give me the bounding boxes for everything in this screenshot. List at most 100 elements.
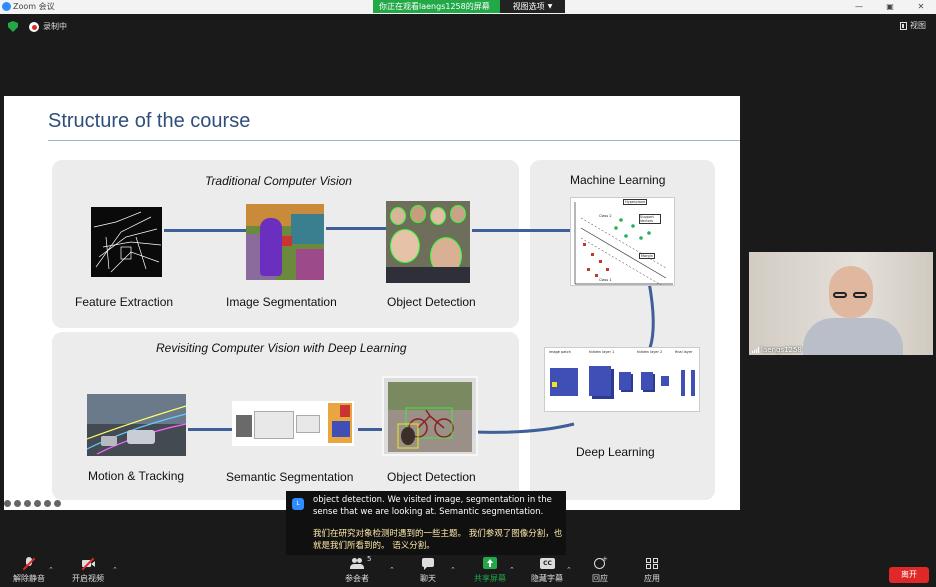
chat-bubble-icon bbox=[421, 557, 435, 570]
participant-name: laengs1258 bbox=[761, 346, 802, 354]
participants-button[interactable]: 5 参会者 bbox=[345, 555, 371, 584]
view-label: 视图 bbox=[910, 21, 926, 30]
video-off-icon bbox=[81, 557, 95, 571]
object-detection-faces-image bbox=[386, 201, 470, 283]
chat-label: 聊天 bbox=[420, 574, 436, 583]
restore-button[interactable]: ▣ bbox=[875, 0, 905, 14]
more-icon[interactable] bbox=[44, 500, 51, 507]
participants-options-caret[interactable]: ⌃ bbox=[389, 566, 395, 574]
meeting-status-bar: 录制中 视图 bbox=[0, 14, 936, 38]
participants-label: 参会者 bbox=[345, 574, 369, 583]
person-shirt bbox=[803, 318, 903, 355]
object-detection-scene-image bbox=[382, 376, 478, 456]
share-screen-icon bbox=[483, 557, 497, 570]
view-options-label: 视图选项 bbox=[512, 2, 545, 11]
minimize-button[interactable]: — bbox=[844, 0, 874, 14]
pen-icon[interactable] bbox=[14, 500, 21, 507]
image-segmentation-label: Image Segmentation bbox=[226, 295, 337, 309]
participant-count: 5 bbox=[367, 555, 372, 563]
cnn-input-label: image patch bbox=[549, 350, 571, 354]
view-button[interactable]: 视图 bbox=[900, 20, 926, 31]
view-layout-icon bbox=[900, 21, 907, 30]
semantic-segmentation-image bbox=[232, 401, 354, 446]
motion-tracking-label: Motion & Tracking bbox=[88, 469, 185, 483]
caption-chinese: 我们在研究对象检测时遇到的一些主题。 我们参观了图像分割，也就是我们所看到的。 … bbox=[313, 529, 563, 551]
security-shield-icon[interactable] bbox=[8, 21, 18, 32]
traditional-cv-heading: Traditional Computer Vision bbox=[205, 174, 352, 188]
edge-map-graphic bbox=[93, 211, 162, 273]
screen-share-banner: 你正在观看laengs1258的屏幕 视图选项 ▼ bbox=[373, 0, 565, 13]
recording-label: 录制中 bbox=[43, 22, 67, 31]
connector-line bbox=[358, 428, 382, 431]
unmute-label: 解除静音 bbox=[13, 574, 45, 583]
zoom-icon[interactable] bbox=[34, 500, 41, 507]
smiley-plus-icon: + bbox=[593, 555, 608, 570]
leave-meeting-button[interactable]: 离开 bbox=[889, 567, 929, 583]
object-detection-dl-label: Object Detection bbox=[387, 470, 476, 484]
title-divider bbox=[48, 140, 740, 141]
feature-extraction-label: Feature Extraction bbox=[75, 295, 174, 309]
start-video-button[interactable]: 开启视频 bbox=[72, 557, 104, 584]
dl-heading: Deep Learning bbox=[576, 445, 655, 459]
ml-heading: Machine Learning bbox=[570, 173, 666, 187]
margin-label: Margin bbox=[639, 253, 655, 259]
hide-captions-button[interactable]: CC 隐藏字幕 bbox=[531, 557, 563, 584]
reactions-label: 回应 bbox=[592, 574, 608, 583]
class1-label: Class 1 bbox=[599, 278, 612, 282]
view-options-button[interactable]: 视图选项 ▼ bbox=[500, 0, 565, 13]
slide-toolbar bbox=[4, 500, 61, 507]
video-options-caret[interactable]: ⌃ bbox=[112, 566, 118, 574]
motion-tracking-image bbox=[87, 394, 186, 456]
image-segmentation-image bbox=[246, 204, 324, 280]
semantic-segmentation-label: Semantic Segmentation bbox=[226, 470, 354, 484]
recording-icon bbox=[29, 22, 39, 32]
slides-icon[interactable] bbox=[24, 500, 31, 507]
connector-line bbox=[188, 428, 232, 431]
chevron-down-icon: ▼ bbox=[547, 3, 553, 10]
microphone-muted-icon bbox=[22, 557, 36, 571]
next-slide-icon[interactable] bbox=[54, 500, 61, 507]
class2-label: Class 2 bbox=[599, 214, 612, 218]
connector-line bbox=[164, 229, 248, 232]
bicycle-dog-graphic bbox=[397, 407, 454, 449]
start-video-label: 开启视频 bbox=[72, 574, 104, 583]
prev-slide-icon[interactable] bbox=[4, 500, 11, 507]
shared-slide: Structure of the course Traditional Comp… bbox=[4, 96, 740, 510]
close-window-button[interactable]: ✕ bbox=[906, 0, 936, 14]
speaker-avatar: L bbox=[292, 498, 304, 510]
hide-captions-label: 隐藏字幕 bbox=[531, 574, 563, 583]
chat-options-caret[interactable]: ⌃ bbox=[450, 566, 456, 574]
slide-title: Structure of the course bbox=[48, 110, 251, 132]
captions-options-caret[interactable]: ⌃ bbox=[566, 566, 572, 574]
svm-diagram: Hyperplane Class 2 Support Vectors Margi… bbox=[570, 197, 675, 286]
caption-english: object detection. We visited image, segm… bbox=[313, 495, 552, 517]
apps-button[interactable]: 应用 bbox=[644, 557, 660, 584]
share-status-text: 你正在观看laengs1258的屏幕 bbox=[373, 0, 500, 13]
share-options-caret[interactable]: ⌃ bbox=[509, 566, 515, 574]
chat-button[interactable]: 聊天 bbox=[420, 557, 436, 584]
feature-extraction-image bbox=[91, 207, 162, 277]
unmute-button[interactable]: 解除静音 bbox=[13, 557, 45, 584]
participants-icon: 5 bbox=[350, 555, 371, 570]
audio-options-caret[interactable]: ⌃ bbox=[48, 566, 54, 574]
apps-grid-icon bbox=[645, 557, 659, 570]
closed-captions-icon: CC bbox=[540, 557, 555, 570]
reactions-button[interactable]: + 回应 bbox=[592, 555, 608, 584]
window-title: Zoom 会议 bbox=[13, 2, 55, 11]
share-screen-label: 共享屏幕 bbox=[474, 574, 506, 583]
connector-line bbox=[326, 227, 388, 230]
deep-cv-heading: Revisiting Computer Vision with Deep Lea… bbox=[156, 341, 407, 355]
hyperplane-label: Hyperplane bbox=[623, 199, 648, 205]
share-screen-button[interactable]: 共享屏幕 bbox=[474, 557, 506, 584]
participant-name-tag: laengs1258 bbox=[752, 346, 802, 354]
apps-label: 应用 bbox=[644, 574, 660, 583]
cnn-hidden1-label: hidden layer 1 bbox=[589, 350, 615, 354]
live-caption-box: L object detection. We visited image, se… bbox=[286, 491, 566, 555]
tracking-paths-graphic bbox=[87, 405, 186, 455]
signal-bars-icon bbox=[752, 347, 759, 353]
cnn-final-label: final layer bbox=[675, 350, 693, 354]
support-vectors-label: Support Vectors bbox=[639, 214, 661, 224]
participant-video[interactable]: laengs1258 bbox=[749, 252, 933, 355]
cnn-hidden2-label: hidden layer 2 bbox=[637, 350, 663, 354]
cnn-diagram: image patch hidden layer 1 hidden layer … bbox=[544, 347, 700, 412]
